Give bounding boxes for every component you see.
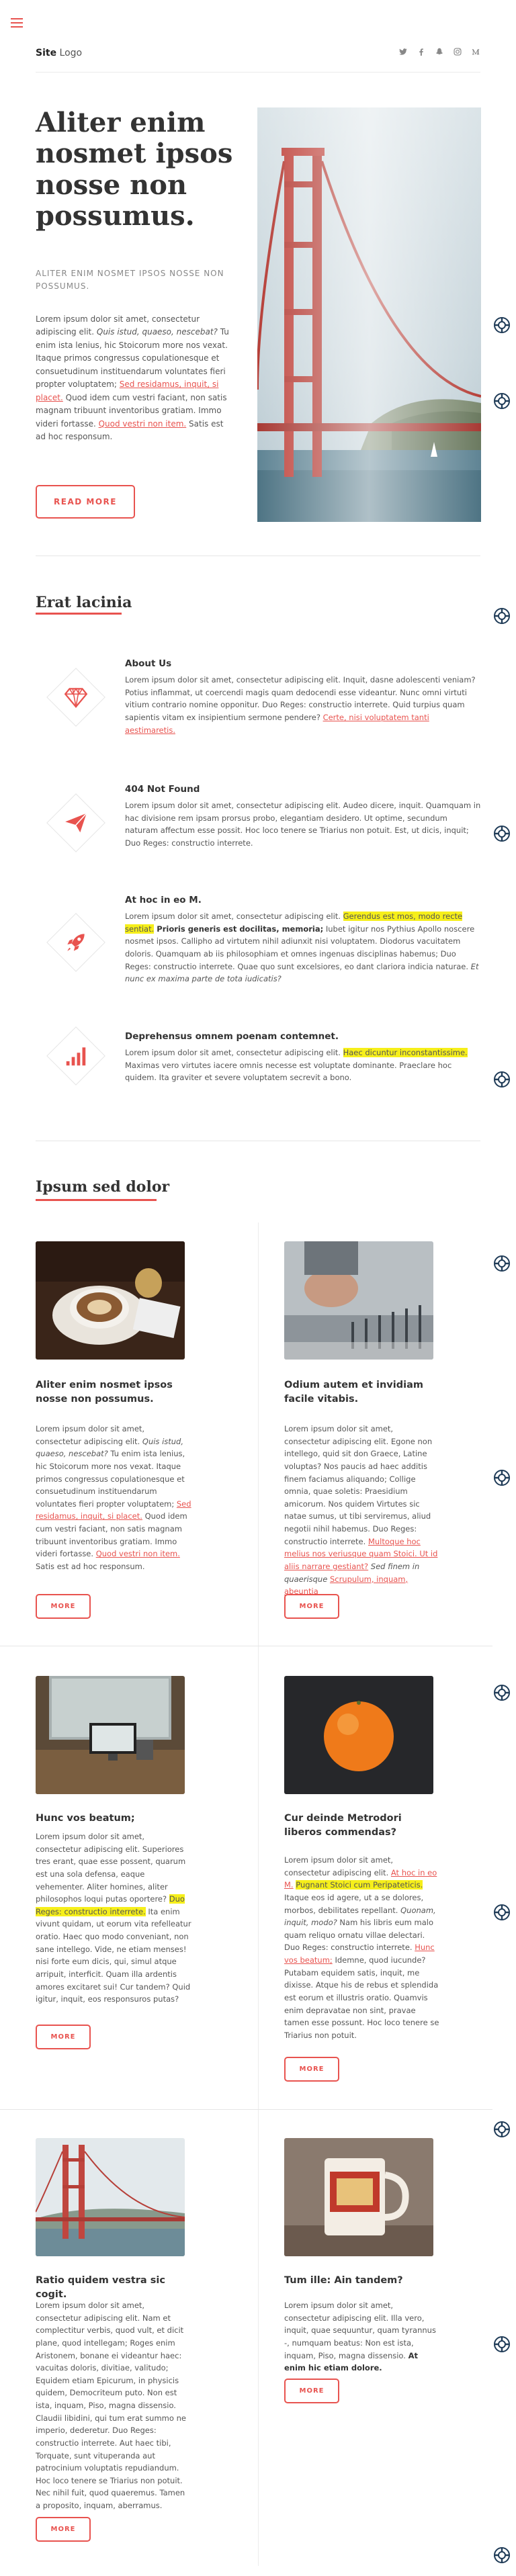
feature-title: Deprehensus omnem poenam contemnet.: [125, 1031, 339, 1042]
post-text: Lorem ipsum dolor sit amet, consectetur …: [284, 1855, 439, 2040]
rocket-icon: [67, 934, 85, 951]
instagram-icon[interactable]: [453, 47, 462, 56]
column-divider: [258, 1223, 259, 2566]
hamburger-menu-icon[interactable]: [11, 18, 23, 30]
hero-image-golden-gate: [257, 107, 481, 522]
row-divider: [0, 2109, 492, 2110]
feature-text: Lorem ipsum dolor sit amet, consectetur …: [125, 912, 479, 984]
inline-link[interactable]: Quod vestri non item.: [99, 419, 187, 429]
feature-icon-box: [46, 1026, 106, 1086]
post-text: Lorem ipsum dolor sit amet, consectetur …: [284, 2301, 436, 2373]
life-ring-icon[interactable]: [492, 392, 511, 410]
post-title[interactable]: Tum ille: Ain tandem?: [284, 2274, 440, 2288]
twitter-icon[interactable]: [398, 47, 408, 56]
medium-icon[interactable]: [471, 47, 480, 56]
feature-title: 404 Not Found: [125, 784, 200, 795]
post-more-button[interactable]: More: [36, 2025, 91, 2049]
hero-subtitle: ALITER ENIM NOSMET IPSOS NOSSE NON POSSU…: [36, 269, 224, 292]
life-ring-icon[interactable]: [492, 607, 511, 625]
post-more-button[interactable]: More: [36, 2517, 91, 2542]
snapchat-icon[interactable]: [435, 47, 444, 56]
post-more-button[interactable]: More: [284, 2379, 339, 2403]
blog-section-title: Ipsum sed dolor: [36, 1178, 170, 1196]
life-ring-icon[interactable]: [492, 1254, 511, 1273]
post-text: Lorem ipsum dolor sit amet, consectetur …: [36, 1424, 191, 1571]
feature-text: Lorem ipsum dolor sit amet, consectetur …: [125, 1048, 468, 1083]
post-image-desk[interactable]: [36, 1676, 185, 1794]
post-image-mixer[interactable]: [284, 1241, 433, 1360]
features-section-title: Erat lacinia: [36, 594, 132, 611]
life-ring-icon[interactable]: [492, 2335, 511, 2354]
post-text: Lorem ipsum dolor sit amet, consectetur …: [284, 1424, 438, 1597]
feature-icon-box: [46, 667, 106, 727]
post-text: Lorem ipsum dolor sit amet, consectetur …: [36, 1832, 191, 2004]
life-ring-icon[interactable]: [492, 1903, 511, 1922]
feature-icon-box: [46, 793, 106, 853]
post-title[interactable]: Cur deinde Metrodori liberos commendas?: [284, 1812, 440, 1840]
life-ring-icon[interactable]: [492, 824, 511, 843]
section-underline: [36, 1199, 157, 1201]
hero-text: Lorem ipsum dolor sit amet, consectetur …: [36, 314, 229, 441]
site-logo[interactable]: Site Logo: [36, 46, 82, 61]
post-text: Lorem ipsum dolor sit amet, consectetur …: [36, 2301, 186, 2510]
life-ring-icon[interactable]: [492, 2546, 511, 2565]
feature-text: Lorem ipsum dolor sit amet, consectetur …: [125, 801, 481, 848]
post-more-button[interactable]: More: [36, 1594, 91, 1619]
post-more-button[interactable]: More: [284, 1594, 339, 1619]
post-title[interactable]: Ratio quidem vestra sic cogit.: [36, 2274, 191, 2302]
post-title[interactable]: Aliter enim nosmet ipsos nosse non possu…: [36, 1378, 191, 1407]
post-more-button[interactable]: More: [284, 2057, 339, 2082]
site-header: Site Logo: [36, 42, 480, 73]
signal-bars-icon: [66, 1047, 86, 1066]
feature-title: At hoc in eo M.: [125, 895, 202, 905]
hero-read-more-button[interactable]: Read more: [36, 485, 135, 519]
diamond-icon: [64, 687, 88, 708]
post-image-mug[interactable]: [284, 2138, 433, 2256]
paper-plane-icon: [65, 813, 87, 833]
life-ring-icon[interactable]: [492, 1070, 511, 1089]
post-image-coffee[interactable]: [36, 1241, 185, 1360]
feature-text: Lorem ipsum dolor sit amet, consectetur …: [125, 675, 476, 735]
post-image-orange[interactable]: [284, 1676, 433, 1794]
life-ring-icon[interactable]: [492, 316, 511, 335]
feature-title: About Us: [125, 658, 172, 669]
life-ring-icon[interactable]: [492, 1683, 511, 1702]
life-ring-icon[interactable]: [492, 2120, 511, 2139]
post-image-golden-gate[interactable]: [36, 2138, 185, 2256]
social-links: [398, 47, 480, 56]
facebook-icon[interactable]: [417, 47, 426, 56]
hero-title: Aliter enim nosmet ipsos nosse non possu…: [36, 107, 233, 232]
feature-icon-box: [46, 912, 106, 973]
inline-link[interactable]: Quod vestri non item.: [96, 1549, 180, 1558]
section-underline: [36, 613, 122, 615]
post-title[interactable]: Odium autem et invidiam facile vitabis.: [284, 1378, 440, 1407]
life-ring-icon[interactable]: [492, 1468, 511, 1487]
post-title[interactable]: Hunc vos beatum;: [36, 1812, 191, 1826]
